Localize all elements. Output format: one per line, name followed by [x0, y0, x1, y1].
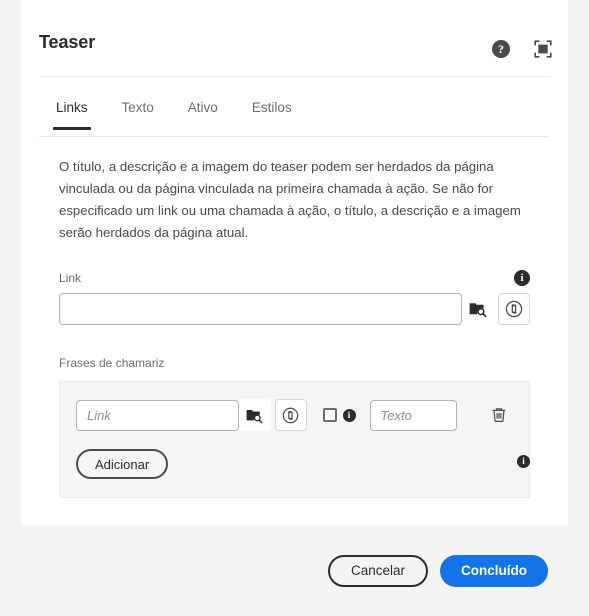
dialog-body: O título, a descrição e a imagem do teas…	[21, 156, 568, 498]
dialog-header: Teaser ?	[21, 0, 568, 78]
cta-section-label-row: Frases de chamariz	[59, 355, 530, 371]
description-text: O título, a descrição e a imagem do teas…	[59, 159, 521, 240]
confirm-button[interactable]: Concluído	[440, 554, 548, 587]
folder-search-icon	[246, 409, 263, 423]
cta-link-input[interactable]	[76, 399, 239, 431]
tab-estilos-label: Estilos	[251, 100, 292, 115]
folder-search-icon	[469, 303, 487, 318]
teaser-dialog: Teaser ? Links Texto Ativo Estilos O tít…	[0, 0, 589, 616]
cta-row-info-icon[interactable]: i	[342, 408, 356, 422]
cta-delete-button[interactable]	[485, 401, 513, 429]
header-divider	[39, 76, 550, 77]
fullscreen-expand-icon	[534, 40, 552, 58]
dialog-content-panel: Teaser ? Links Texto Ativo Estilos O tít…	[21, 0, 568, 525]
link-picker-button[interactable]	[498, 293, 530, 325]
link-circle-icon	[505, 300, 523, 318]
link-field-label-row: Link i	[59, 270, 530, 286]
cta-browse-button[interactable]	[238, 399, 271, 431]
cta-info-icon[interactable]: i	[517, 455, 530, 468]
tab-bar: Links Texto Ativo Estilos	[39, 78, 550, 136]
tab-ativo[interactable]: Ativo	[171, 100, 235, 130]
tab-ativo-label: Ativo	[187, 100, 218, 115]
info-icon[interactable]: i	[514, 270, 530, 286]
link-browse-button[interactable]	[462, 293, 494, 325]
header-actions: ?	[488, 36, 556, 62]
link-input[interactable]	[59, 293, 462, 325]
tab-estilos[interactable]: Estilos	[235, 100, 309, 130]
tab-texto-label: Texto	[121, 100, 154, 115]
cta-link-picker-button[interactable]	[274, 399, 307, 431]
link-field-row	[59, 293, 530, 325]
tab-texto[interactable]: Texto	[105, 100, 171, 130]
tab-divider	[39, 136, 550, 137]
link-field-label: Link	[59, 271, 82, 285]
add-cta-button[interactable]: Adicionar	[76, 449, 169, 479]
tab-links-label: Links	[56, 100, 88, 115]
cta-section-label: Frases de chamariz	[59, 356, 165, 370]
cta-row: i	[76, 399, 513, 431]
add-button-wrapper: Adicionar	[76, 449, 513, 479]
cta-text-input[interactable]	[369, 399, 457, 431]
cancel-button[interactable]: Cancelar	[327, 554, 428, 587]
help-button[interactable]: ?	[488, 36, 514, 62]
help-circle-icon: ?	[492, 40, 510, 58]
fullscreen-button[interactable]	[530, 36, 556, 62]
cta-rows-container: i	[59, 381, 530, 498]
cta-checkbox[interactable]	[322, 408, 337, 422]
trash-icon	[492, 408, 506, 422]
link-circle-icon	[282, 407, 299, 423]
page-title: Teaser	[39, 32, 96, 52]
dialog-footer: Cancelar Concluído	[21, 525, 568, 616]
tab-links[interactable]: Links	[39, 100, 105, 130]
